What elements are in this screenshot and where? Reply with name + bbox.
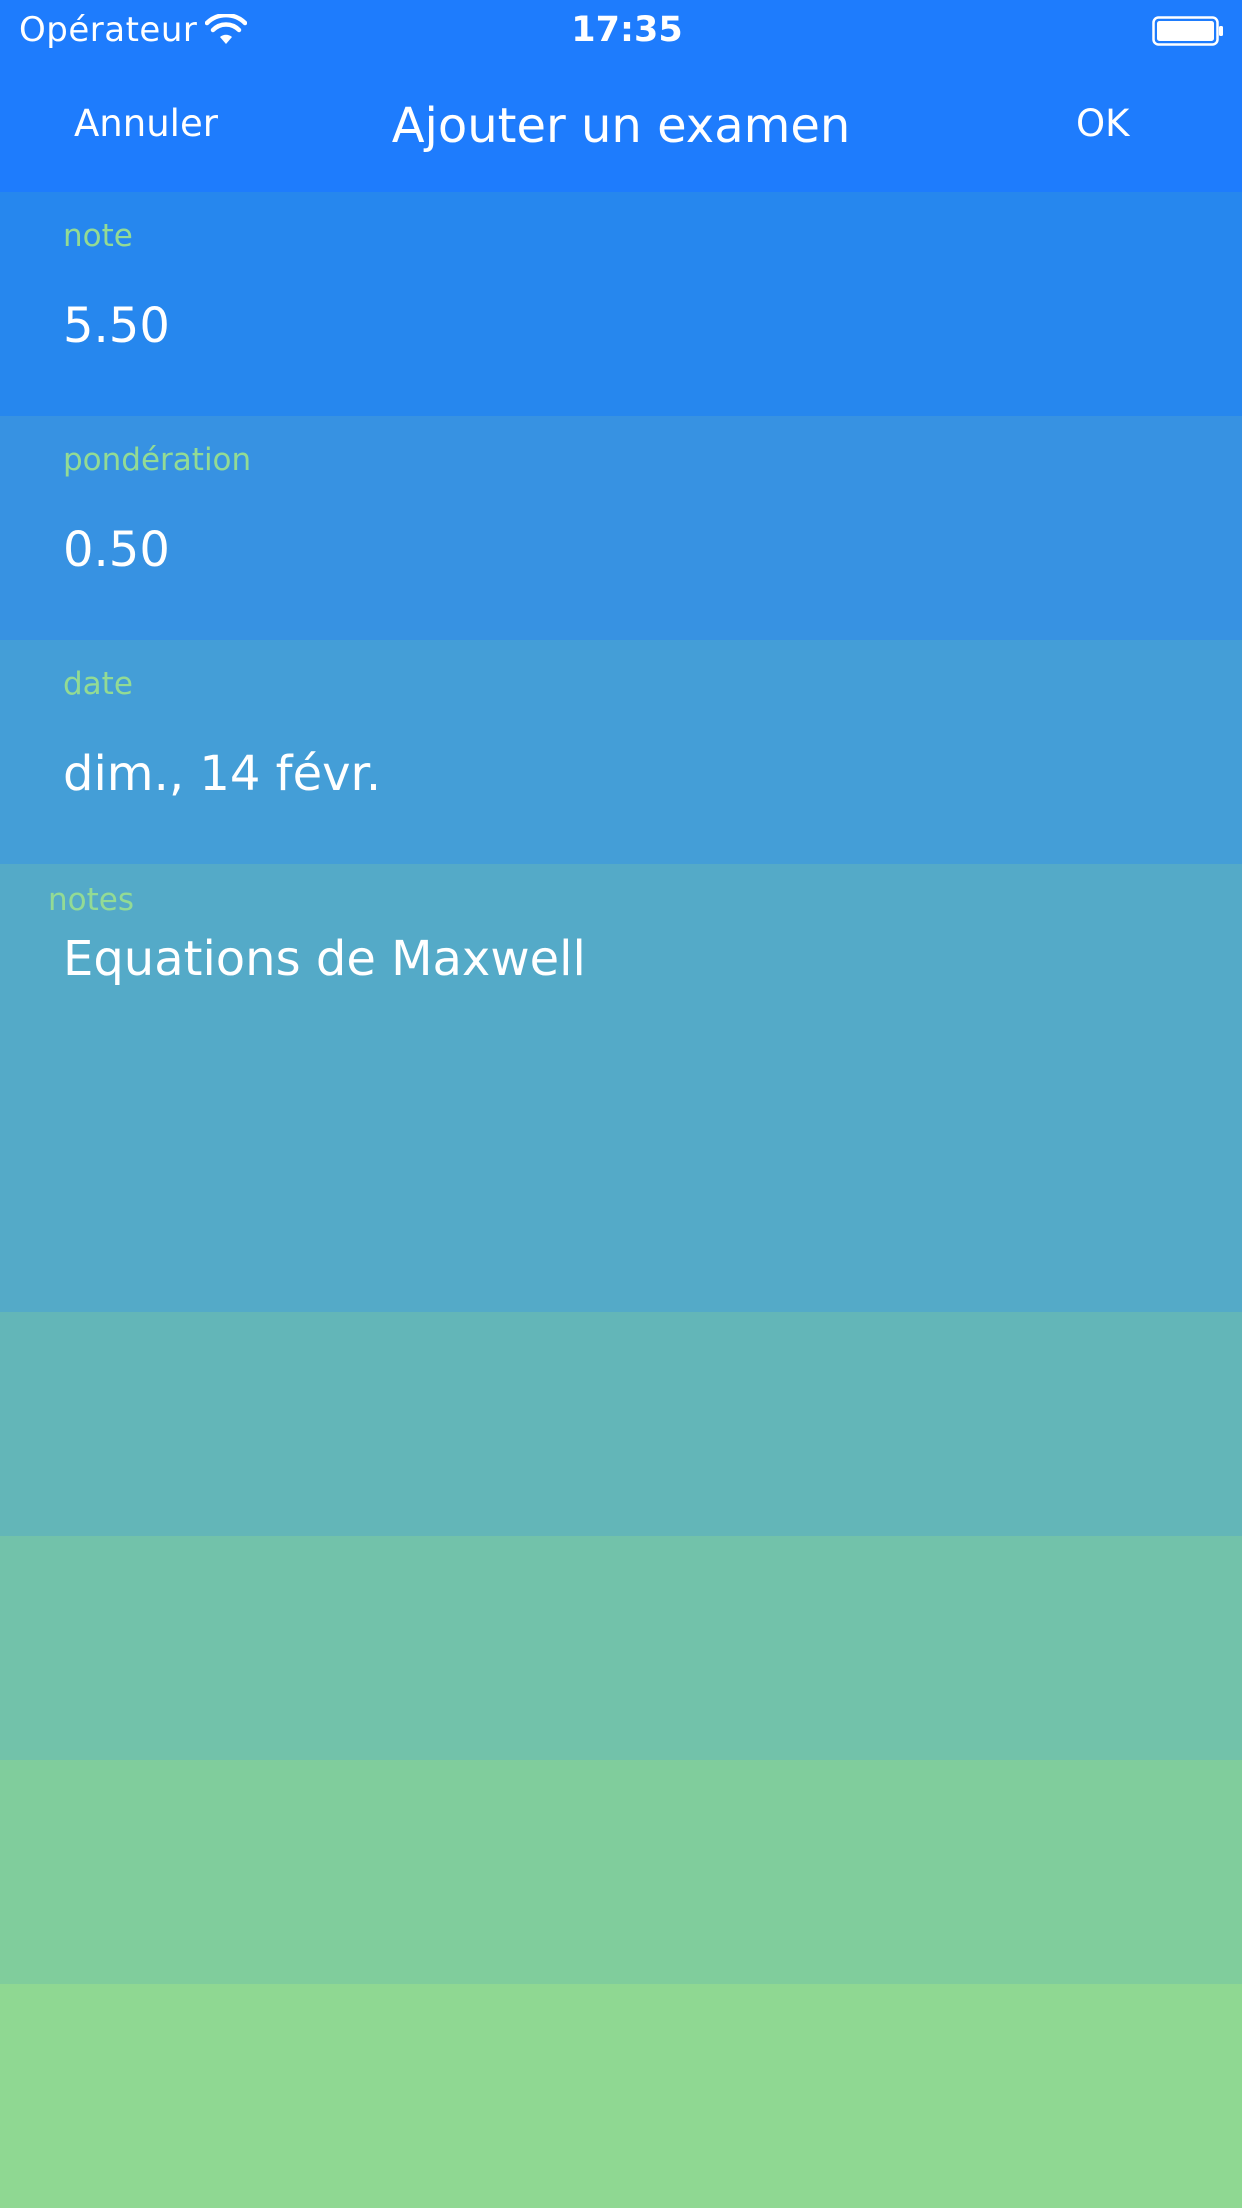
weight-field[interactable]: pondération 0.50 <box>0 416 1242 640</box>
battery-full-icon <box>1152 16 1223 46</box>
page-title: Ajouter un examen <box>391 98 851 154</box>
notes-field[interactable]: notes Equations de Maxwell <box>0 864 1242 1312</box>
notes-textarea[interactable]: Equations de Maxwell <box>63 931 1183 987</box>
empty-row <box>0 1312 1242 1536</box>
date-input[interactable]: dim., 14 févr. <box>63 746 381 802</box>
weight-input[interactable]: 0.50 <box>63 522 170 578</box>
grade-field[interactable]: note 5.50 <box>0 192 1242 416</box>
ok-button[interactable]: OK <box>1076 102 1129 145</box>
status-time: 17:35 <box>571 10 683 50</box>
empty-row <box>0 1536 1242 1760</box>
navigation-bar: Annuler Ajouter un examen OK <box>0 62 1242 192</box>
header: Opérateur 17:35 Annuler Ajouter un exame… <box>0 0 1242 192</box>
grade-label: note <box>63 218 133 254</box>
status-bar: Opérateur 17:35 <box>0 0 1242 62</box>
weight-label: pondération <box>63 442 252 478</box>
empty-row <box>0 1984 1242 2208</box>
notes-label: notes <box>48 882 134 918</box>
grade-input[interactable]: 5.50 <box>63 298 170 354</box>
date-field[interactable]: date dim., 14 févr. <box>0 640 1242 864</box>
date-label: date <box>63 666 133 702</box>
empty-row <box>0 1760 1242 1984</box>
